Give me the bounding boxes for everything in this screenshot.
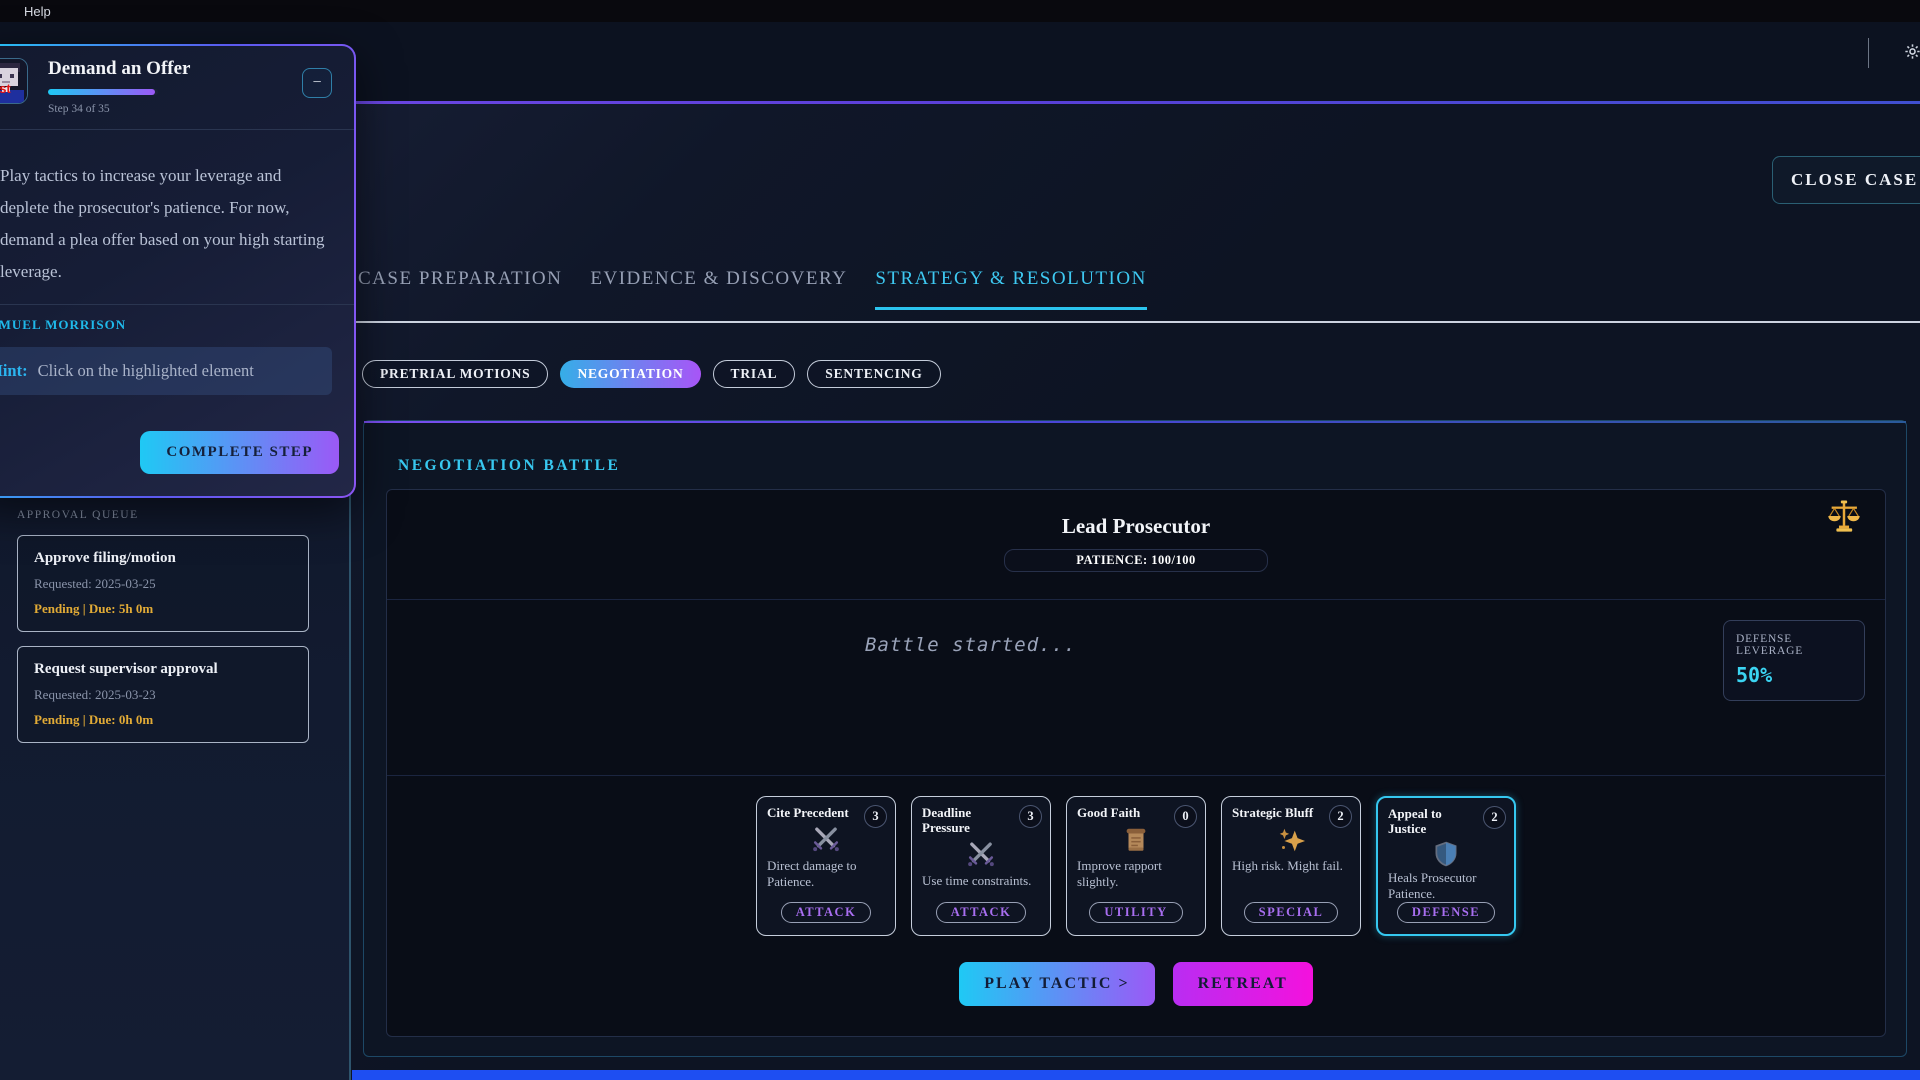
subtab-pretrial-motions[interactable]: PRETRIAL MOTIONS	[362, 360, 548, 388]
tactic-desc: Heals Prosecutor Patience.	[1388, 870, 1504, 903]
gear-icon[interactable]	[1903, 42, 1920, 66]
battle-box: Lead Prosecutor PATIENCE: 100/100 Battle…	[386, 489, 1886, 1037]
tactic-count-badge: 3	[864, 805, 887, 828]
tactic-count-badge: 2	[1329, 805, 1352, 828]
approval-title: Request supervisor approval	[34, 661, 292, 678]
approval-item[interactable]: Request supervisor approval Requested: 2…	[17, 646, 309, 743]
play-tactic-button[interactable]: PLAY TACTIC >	[959, 962, 1154, 1006]
tutorial-hint: Hint: Click on the highlighted element	[0, 347, 332, 395]
scroll-icon	[1121, 824, 1151, 856]
crossed-swords-icon	[811, 824, 841, 856]
strategy-subtabs: PRETRIAL MOTIONS NEGOTIATION TRIAL SENTE…	[362, 360, 941, 388]
tactic-type-badge: UTILITY	[1089, 902, 1182, 923]
minimize-button[interactable]: −	[302, 68, 332, 98]
subtab-sentencing[interactable]: SENTENCING	[807, 360, 940, 388]
tab-evidence-discovery[interactable]: EVIDENCE & DISCOVERY	[590, 268, 847, 310]
approval-status: Pending | Due: 5h 0m	[34, 601, 292, 617]
defense-leverage-value: 50%	[1736, 663, 1852, 687]
subtab-negotiation[interactable]: NEGOTIATION	[560, 360, 700, 388]
tactic-hand: Cite Precedent 3 Direct damage to Patien…	[387, 776, 1885, 936]
avatar-watermark-text: Test	[0, 81, 11, 96]
tactic-type-badge: ATTACK	[936, 902, 1027, 923]
battle-log: Battle started... DEFENSE LEVERAGE 50%	[387, 600, 1885, 776]
case-tabs: CASE PREPARATION EVIDENCE & DISCOVERY ST…	[358, 268, 1147, 310]
tactic-type-badge: SPECIAL	[1244, 902, 1339, 923]
subtab-trial[interactable]: TRIAL	[713, 360, 796, 388]
tactic-type-badge: DEFENSE	[1397, 902, 1495, 923]
tactic-name: Deadline Pressure	[922, 806, 1014, 836]
prosecutor-panel: Lead Prosecutor PATIENCE: 100/100	[387, 490, 1885, 600]
tutorial-progress-fill	[48, 89, 155, 95]
crossed-swords-icon	[966, 839, 996, 871]
tutorial-speaker-name: SAMUEL MORRISON	[0, 305, 354, 343]
tutorial-step-label: Step 34 of 35	[48, 103, 190, 115]
tactic-count-badge: 3	[1019, 805, 1042, 828]
scales-of-justice-icon	[1825, 498, 1863, 541]
approval-requested: Requested: 2025-03-23	[34, 687, 292, 703]
hint-text: Click on the highlighted element	[38, 361, 254, 380]
shield-icon	[1432, 840, 1460, 868]
tutorial-panel: Test Demand an Offer Step 34 of 35 − Pla…	[0, 44, 356, 498]
close-case-button[interactable]: CLOSE CASE	[1772, 156, 1920, 204]
tactic-card-appeal-to-justice[interactable]: Appeal to Justice 2 Heals Prosecutor Pat…	[1376, 796, 1516, 936]
tactic-desc: Improve rapport slightly.	[1077, 858, 1195, 891]
tactic-card-good-faith[interactable]: Good Faith 0 Improve rapport slightly. U…	[1066, 796, 1206, 936]
header-divider	[1868, 38, 1869, 68]
patience-bar: PATIENCE: 100/100	[1004, 549, 1268, 572]
battle-log-line: Battle started...	[865, 634, 1076, 656]
opponent-name: Lead Prosecutor	[387, 514, 1885, 539]
approval-requested: Requested: 2025-03-25	[34, 576, 292, 592]
defense-leverage-label: DEFENSE LEVERAGE	[1736, 633, 1852, 657]
tactic-name: Good Faith	[1077, 806, 1169, 821]
tactic-card-cite-precedent[interactable]: Cite Precedent 3 Direct damage to Patien…	[756, 796, 896, 936]
tabs-underline	[351, 321, 1920, 323]
tactic-name: Appeal to Justice	[1388, 807, 1480, 837]
approval-queue: APPROVAL QUEUE Approve filing/motion Req…	[17, 509, 309, 743]
approval-title: Approve filing/motion	[34, 550, 292, 567]
approval-status: Pending | Due: 0h 0m	[34, 712, 292, 728]
defense-leverage-box: DEFENSE LEVERAGE 50%	[1723, 620, 1865, 701]
tactic-desc: Direct damage to Patience.	[767, 858, 885, 891]
approval-queue-title: APPROVAL QUEUE	[17, 509, 309, 521]
tactic-desc: High risk. Might fail.	[1232, 858, 1350, 874]
tactic-count-badge: 0	[1174, 805, 1197, 828]
approval-item[interactable]: Approve filing/motion Requested: 2025-03…	[17, 535, 309, 632]
tutorial-progress-bar	[48, 89, 158, 95]
tutorial-body-text: Play tactics to increase your leverage a…	[0, 130, 354, 304]
tactic-card-strategic-bluff[interactable]: Strategic Bluff 2 High risk. Might fail.…	[1221, 796, 1361, 936]
negotiation-battle-section: NEGOTIATION BATTLE Lead Prosecutor PATIE…	[363, 420, 1907, 1057]
menubar: View Help	[0, 0, 1920, 22]
complete-step-button[interactable]: COMPLETE STEP	[140, 431, 339, 474]
tutor-avatar: Test	[0, 58, 28, 104]
tactic-name: Cite Precedent	[767, 806, 859, 821]
sparkles-icon	[1276, 824, 1306, 856]
hint-label: Hint:	[0, 361, 28, 380]
tactic-type-badge: ATTACK	[781, 902, 872, 923]
tutorial-header: Test Demand an Offer Step 34 of 35 −	[0, 46, 354, 129]
tactic-card-deadline-pressure[interactable]: Deadline Pressure 3 Use time constraints…	[911, 796, 1051, 936]
tutorial-title: Demand an Offer	[48, 58, 190, 80]
tactic-desc: Use time constraints.	[922, 873, 1040, 889]
tab-strategy-resolution[interactable]: STRATEGY & RESOLUTION	[875, 268, 1146, 310]
retreat-button[interactable]: RETREAT	[1173, 962, 1313, 1006]
battle-actions: PLAY TACTIC > RETREAT	[387, 962, 1885, 1006]
menu-item-help[interactable]: Help	[24, 4, 51, 19]
tutorial-highlight-bar	[352, 1070, 1920, 1080]
section-title: NEGOTIATION BATTLE	[398, 457, 620, 475]
tactic-count-badge: 2	[1483, 806, 1506, 829]
tactic-name: Strategic Bluff	[1232, 806, 1324, 821]
tab-case-preparation[interactable]: CASE PREPARATION	[358, 268, 562, 310]
